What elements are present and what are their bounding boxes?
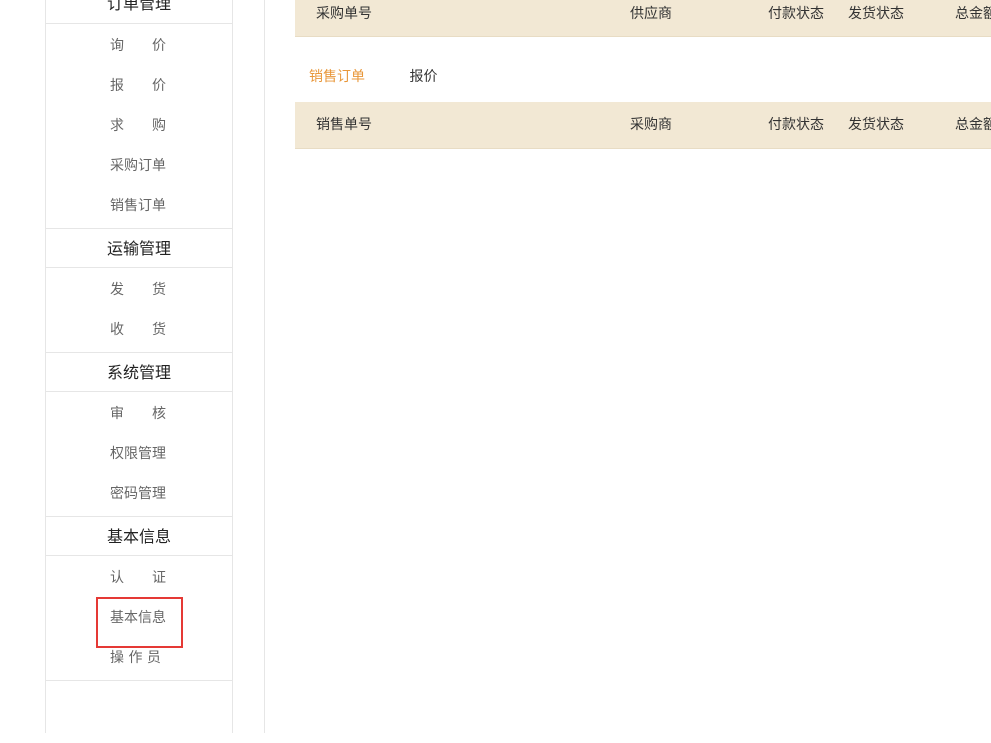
menu-item-password[interactable]: 密码管理 (46, 474, 232, 514)
menu-item-inquiry[interactable]: 询 价 (46, 26, 232, 66)
menu-item-certification[interactable]: 认 证 (46, 558, 232, 598)
system-management-items: 审 核 权限管理 密码管理 (46, 392, 232, 516)
menu-item-receive[interactable]: 收 货 (46, 310, 232, 350)
section-title-basic-info: 基本信息 (46, 516, 232, 556)
section-title-transport-management: 运输管理 (46, 228, 232, 268)
section-title-order-management: 订单管理 (46, 0, 232, 24)
column-payment-status: 付款状态 (768, 117, 824, 133)
menu-item-quote[interactable]: 报 价 (46, 66, 232, 106)
basic-info-items: 认 证 基本信息 操 作 员 (46, 556, 232, 680)
sidebar: 订单管理 询 价 报 价 求 购 采购订单 销售订单 运输管理 发 货 收 货 … (45, 0, 233, 733)
column-purchase-order-no: 采购单号 (316, 6, 372, 22)
menu-item-sales-orders[interactable]: 销售订单 (46, 186, 232, 226)
purchase-table-header: 采购单号 供应商 付款状态 发货状态 总金额 (295, 0, 991, 37)
vertical-divider (264, 0, 265, 733)
column-shipping-status: 发货状态 (848, 117, 904, 133)
menu-item-review[interactable]: 审 核 (46, 394, 232, 434)
menu-item-request-purchase[interactable]: 求 购 (46, 106, 232, 146)
column-total-amount: 总金额 (955, 6, 991, 22)
order-management-items: 询 价 报 价 求 购 采购订单 销售订单 (46, 24, 232, 228)
menu-item-basic-info[interactable]: 基本信息 (46, 598, 232, 638)
column-sales-order-no: 销售单号 (316, 117, 372, 133)
section-title-system-management: 系统管理 (46, 352, 232, 392)
menu-item-operators[interactable]: 操 作 员 (46, 638, 232, 678)
column-payment-status: 付款状态 (768, 6, 824, 22)
order-tabs: 销售订单 报价 (309, 64, 477, 90)
sales-table-header: 销售单号 采购商 付款状态 发货状态 总金额 (295, 102, 991, 149)
column-buyer: 采购商 (630, 117, 672, 133)
tab-sales-orders[interactable]: 销售订单 (309, 64, 365, 90)
column-supplier: 供应商 (630, 6, 672, 22)
column-total-amount: 总金额 (955, 117, 991, 133)
tab-quote[interactable]: 报价 (409, 64, 437, 90)
transport-management-items: 发 货 收 货 (46, 268, 232, 352)
sidebar-bottom-border (46, 680, 232, 681)
menu-item-purchase-orders[interactable]: 采购订单 (46, 146, 232, 186)
menu-item-ship[interactable]: 发 货 (46, 270, 232, 310)
column-shipping-status: 发货状态 (848, 6, 904, 22)
menu-item-permissions[interactable]: 权限管理 (46, 434, 232, 474)
